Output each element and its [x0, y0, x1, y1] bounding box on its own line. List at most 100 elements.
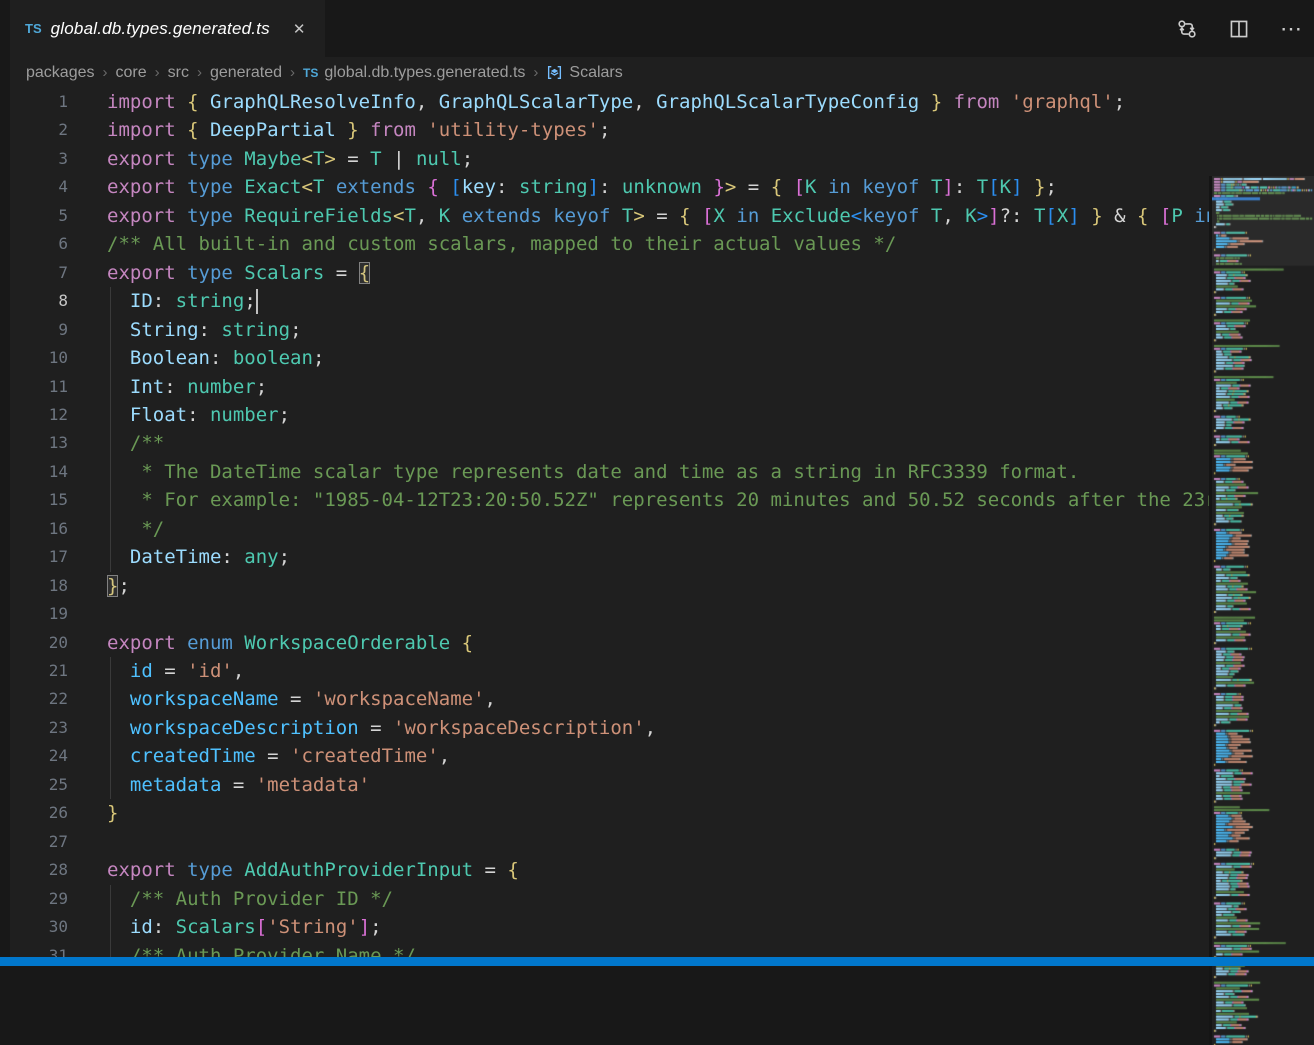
code-line: import { GraphQLResolveInfo, GraphQLScal…: [107, 88, 1125, 116]
token: type: [187, 859, 244, 881]
token: ;: [462, 148, 473, 170]
token: [542, 205, 553, 227]
token: [: [256, 916, 267, 938]
token: [107, 404, 130, 426]
token: [1183, 205, 1194, 227]
token: Exclude: [771, 205, 851, 227]
breadcrumb-label: Scalars: [569, 64, 622, 82]
token: [107, 660, 130, 682]
token: [450, 632, 461, 654]
token: ;: [244, 290, 255, 312]
token: K: [439, 205, 450, 227]
token: {: [462, 632, 473, 654]
token: 'graphql': [1011, 91, 1114, 113]
token: [107, 774, 130, 796]
token: id: [130, 660, 153, 682]
breadcrumb-item-generated[interactable]: generated: [210, 64, 282, 82]
token: K: [965, 205, 976, 227]
token: <: [851, 205, 862, 227]
breadcrumb-item-global-db-types-generated-ts[interactable]: TSglobal.db.types.generated.ts: [303, 64, 525, 82]
code-line: import { DeepPartial } from 'utility-typ…: [107, 116, 610, 144]
token: number: [210, 404, 279, 426]
token: [: [702, 205, 713, 227]
token: }: [347, 119, 370, 141]
breadcrumb-label: core: [116, 64, 147, 82]
token: }: [107, 575, 118, 597]
token: [919, 176, 930, 198]
code-line: Boolean: boolean;: [107, 344, 324, 372]
breadcrumb-item-packages[interactable]: packages: [26, 64, 95, 82]
token: string: [519, 176, 588, 198]
token: metadata: [130, 774, 222, 796]
token: :: [496, 176, 519, 198]
token: [107, 376, 130, 398]
tab-global-db-types-generated-ts[interactable]: TS global.db.types.generated.ts ✕: [10, 0, 325, 57]
tab-label: global.db.types.generated.ts: [51, 19, 270, 39]
code-line: Int: number;: [107, 373, 267, 401]
token: =: [645, 205, 679, 227]
token: ;: [1114, 91, 1125, 113]
token: DateTime: [130, 546, 222, 568]
token: =: [336, 148, 370, 170]
code-line: /**: [107, 429, 164, 457]
minimap[interactable]: [1212, 176, 1314, 1045]
token: Boolean: [130, 347, 210, 369]
chevron-right-icon: ›: [197, 64, 202, 81]
token: T: [622, 205, 633, 227]
token: RequireFields: [244, 205, 393, 227]
open-changes-icon[interactable]: [1176, 18, 1198, 40]
status-bar[interactable]: [0, 957, 1314, 966]
code-line: }: [107, 799, 118, 827]
token: [725, 205, 736, 227]
breadcrumb-item-src[interactable]: src: [168, 64, 189, 82]
token: 'id': [187, 660, 233, 682]
code-line: workspaceName = 'workspaceName',: [107, 685, 496, 713]
token: [759, 205, 770, 227]
token: T: [313, 176, 324, 198]
token: 'metadata': [256, 774, 370, 796]
token: ]: [588, 176, 599, 198]
token: [: [1045, 205, 1056, 227]
token: createdTime: [130, 745, 256, 767]
token: T: [313, 148, 324, 170]
more-actions-icon[interactable]: ⋯: [1280, 24, 1304, 34]
token: >: [324, 148, 335, 170]
token: [702, 176, 713, 198]
token: =: [359, 717, 393, 739]
token: ;: [599, 119, 610, 141]
breadcrumb-item-core[interactable]: core: [116, 64, 147, 82]
token: [: [1160, 205, 1171, 227]
token: P: [1171, 205, 1182, 227]
code-line: export type Scalars = {: [107, 259, 370, 287]
token: ;: [279, 404, 290, 426]
token: string: [176, 290, 245, 312]
token: enum: [187, 632, 244, 654]
code-line: workspaceDescription = 'workspaceDescrip…: [107, 714, 656, 742]
breadcrumb-item-scalars[interactable]: Scalars: [546, 64, 622, 82]
token: >: [633, 205, 644, 227]
token: |: [382, 148, 416, 170]
token: in: [736, 205, 759, 227]
split-editor-icon[interactable]: [1228, 18, 1250, 40]
token: ,: [416, 205, 439, 227]
code-area[interactable]: import { GraphQLResolveInfo, GraphQLScal…: [10, 88, 1209, 957]
token: [107, 319, 130, 341]
token: [1080, 205, 1091, 227]
token: {: [507, 859, 518, 881]
token: unknown: [622, 176, 702, 198]
token: from: [370, 119, 427, 141]
token: }: [107, 802, 118, 824]
token: ,: [645, 717, 656, 739]
token: AddAuthProviderInput: [244, 859, 473, 881]
text-cursor: [256, 289, 258, 313]
close-icon[interactable]: ✕: [289, 18, 310, 40]
token: type: [187, 205, 244, 227]
code-line: String: string;: [107, 316, 302, 344]
code-line: id: Scalars['String'];: [107, 913, 382, 941]
token: T: [404, 205, 415, 227]
token: string: [221, 319, 290, 341]
token: extends: [336, 176, 416, 198]
code-editor[interactable]: 1234567891011121314151617181920212223242…: [10, 88, 1314, 957]
token: {: [771, 176, 794, 198]
token: }: [713, 176, 724, 198]
